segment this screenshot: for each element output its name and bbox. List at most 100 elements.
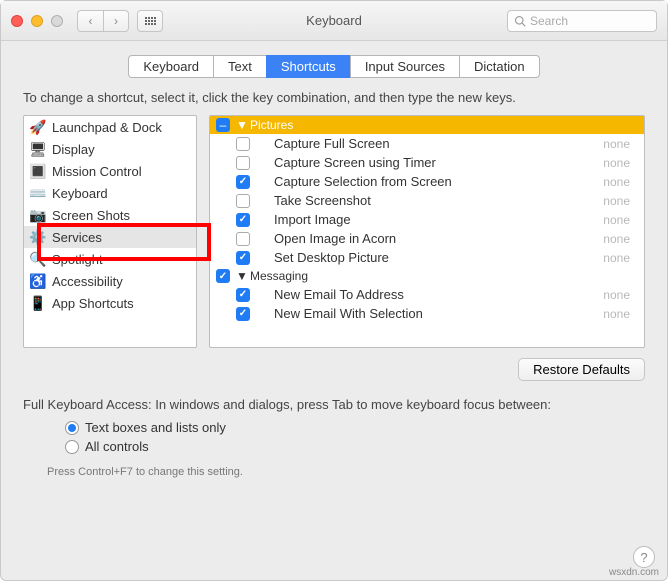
forward-button[interactable]: › [103,10,129,32]
radio-button[interactable] [65,421,79,435]
gear-icon: ⚙️ [30,229,46,245]
tab-keyboard[interactable]: Keyboard [128,55,214,78]
service-checkbox[interactable] [236,137,250,151]
keyboard-icon: ⌨️ [30,185,46,201]
category-label: Mission Control [52,164,142,179]
close-button[interactable] [11,15,23,27]
preferences-window: ‹ › Keyboard Search KeyboardTextShortcut… [0,0,668,581]
minimize-button[interactable] [31,15,43,27]
category-accessibility[interactable]: ♿Accessibility [24,270,196,292]
service-row[interactable]: ✓ Capture Selection from Screen none [210,172,644,191]
group-label: Pictures [250,118,293,132]
service-checkbox[interactable] [236,194,250,208]
radio-button[interactable] [65,440,79,454]
launchpad-icon: 🚀 [30,119,46,135]
service-checkbox[interactable]: ✓ [236,307,250,321]
service-label: New Email With Selection [274,306,423,321]
history-nav: ‹ › [77,10,129,32]
service-row[interactable]: Capture Full Screen none [210,134,644,153]
zoom-button[interactable] [51,15,63,27]
disclosure-icon[interactable]: ▼ [236,269,244,283]
fka-option[interactable]: Text boxes and lists only [1,418,667,437]
app-icon: 📱 [30,295,46,311]
category-label: Services [52,230,102,245]
service-row[interactable]: ✓ New Email To Address none [210,285,644,304]
screenshot-icon: 📷 [30,207,46,223]
service-shortcut[interactable]: none [603,137,638,151]
service-label: Open Image in Acorn [274,231,396,246]
category-label: Keyboard [52,186,108,201]
service-checkbox[interactable]: ✓ [236,288,250,302]
category-keyboard[interactable]: ⌨️ Keyboard [24,182,196,204]
tab-shortcuts[interactable]: Shortcuts [266,55,351,78]
category-label: App Shortcuts [52,296,134,311]
group-pictures[interactable]: –▼ Pictures [210,116,644,134]
search-field[interactable]: Search [507,10,657,32]
category-label: Screen Shots [52,208,130,223]
category-label: Spotlight [52,252,103,267]
service-label: Capture Selection from Screen [274,174,452,189]
category-screen-shots[interactable]: 📷 Screen Shots [24,204,196,226]
tab-dictation[interactable]: Dictation [459,55,540,78]
service-label: Capture Full Screen [274,136,390,151]
service-row[interactable]: ✓ New Email With Selection none [210,304,644,323]
service-label: Import Image [274,212,351,227]
fka-option[interactable]: All controls [1,437,667,456]
service-shortcut[interactable]: none [603,307,638,321]
tab-bar: KeyboardTextShortcutsInput SourcesDictat… [1,41,667,88]
category-mission-control[interactable]: 🔳 Mission Control [24,160,196,182]
accessibility-icon: ♿ [30,273,46,289]
instruction-text: To change a shortcut, select it, click t… [1,88,667,115]
window-title: Keyboard [306,13,362,28]
tab-input-sources[interactable]: Input Sources [350,55,460,78]
watermark: wsxdn.com [609,567,659,578]
group-label: Messaging [250,269,308,283]
service-checkbox[interactable]: ✓ [236,251,250,265]
category-label: Launchpad & Dock [52,120,162,135]
service-shortcut[interactable]: none [603,194,638,208]
service-checkbox[interactable]: ✓ [236,175,250,189]
service-shortcut[interactable]: none [603,156,638,170]
category-services[interactable]: ⚙️ Services [24,226,196,248]
fka-text: Full Keyboard Access: In windows and dia… [1,391,667,418]
group-checkbox[interactable]: – [216,118,230,132]
service-shortcut[interactable]: none [603,232,638,246]
mission-icon: 🔳 [30,163,46,179]
fka-hint: Press Control+F7 to change this setting. [1,456,667,482]
category-app-shortcuts[interactable]: 📱 App Shortcuts [24,292,196,314]
traffic-lights [11,15,63,27]
service-shortcut[interactable]: none [603,213,638,227]
service-checkbox[interactable] [236,156,250,170]
category-launchpad-dock[interactable]: 🚀 Launchpad & Dock [24,116,196,138]
radio-label: All controls [85,439,149,454]
services-list[interactable]: –▼PicturesCapture Full ScreennoneCapture… [209,115,645,348]
service-row[interactable]: Open Image in Acorn none [210,229,644,248]
spotlight-icon: 🔍 [30,251,46,267]
show-all-button[interactable] [137,10,163,32]
service-row[interactable]: ✓ Import Image none [210,210,644,229]
back-button[interactable]: ‹ [77,10,103,32]
service-label: Capture Screen using Timer [274,155,436,170]
service-label: New Email To Address [274,287,404,302]
search-icon [514,15,526,27]
titlebar: ‹ › Keyboard Search [1,1,667,41]
service-checkbox[interactable]: ✓ [236,213,250,227]
category-display[interactable]: 🖥 Display [24,138,196,160]
tab-text[interactable]: Text [213,55,267,78]
service-row[interactable]: Capture Screen using Timer none [210,153,644,172]
service-shortcut[interactable]: none [603,288,638,302]
category-spotlight[interactable]: 🔍 Spotlight [24,248,196,270]
service-shortcut[interactable]: none [603,175,638,189]
service-row[interactable]: ✓Set Desktop Picturenone [210,248,644,267]
group-messaging[interactable]: ✓ ▼ Messaging [210,267,644,285]
help-button[interactable]: ? [633,546,655,568]
group-checkbox[interactable]: ✓ [216,269,230,283]
service-row[interactable]: Take Screenshotnone [210,191,644,210]
service-shortcut[interactable]: none [603,251,638,265]
service-checkbox[interactable] [236,232,250,246]
display-icon: 🖥 [30,141,46,157]
category-list[interactable]: 🚀 Launchpad & Dock 🖥 Display 🔳 Mission Contro… [23,115,197,348]
category-label: Display [52,142,95,157]
disclosure-icon[interactable]: ▼ [236,118,244,132]
restore-defaults-button[interactable]: Restore Defaults [518,358,645,381]
